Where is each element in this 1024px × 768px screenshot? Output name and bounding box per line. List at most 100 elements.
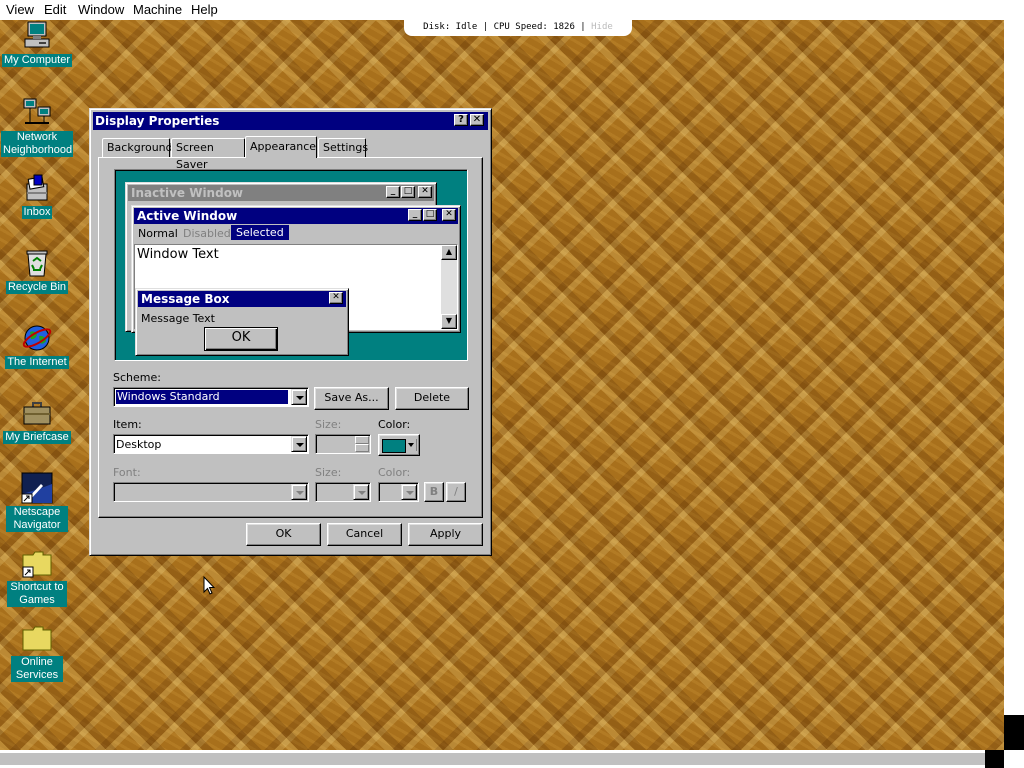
apply-button[interactable]: Apply (408, 523, 483, 546)
preview-msgbox-text: Message Text (141, 312, 215, 325)
scheme-value: Windows Standard (116, 390, 288, 404)
close-icon: ✕ (329, 292, 343, 304)
network-icon (21, 97, 53, 129)
color-divider (416, 439, 417, 451)
spin-up-icon (355, 436, 369, 444)
preview-scrollbar: ▲ ▼ (441, 245, 457, 329)
desktop-icon-label: Network Neighborhood (1, 131, 73, 157)
chevron-down-icon (401, 484, 417, 500)
color-swatch (382, 439, 406, 453)
item-value: Desktop (116, 438, 162, 451)
desktop-icon-online-services[interactable]: Online Services (0, 622, 74, 682)
font-size-label: Size: (315, 466, 342, 479)
font-color-label: Color: (378, 466, 411, 479)
recycle-bin-icon (21, 247, 53, 279)
internet-icon (21, 322, 53, 354)
spin-down-icon (355, 444, 369, 452)
preview-message-box: Message Box ✕ Message Text OK (135, 288, 349, 356)
menu-help[interactable]: Help (191, 2, 218, 17)
minimize-icon: _ (386, 186, 400, 198)
desktop-icon-label: Recycle Bin (5, 281, 69, 294)
cancel-button[interactable]: Cancel (327, 523, 402, 546)
netscape-icon (21, 472, 53, 504)
color-picker-button[interactable] (378, 434, 420, 456)
preview-window-text: Window Text (137, 247, 219, 262)
font-color-select (378, 482, 419, 502)
emulator-status: Disk: Idle | CPU Speed: 1826 | Hide (404, 18, 632, 36)
folder-icon (21, 622, 53, 654)
desktop-icon-label: Online Services (11, 656, 63, 682)
desktop-icon-netscape-navigator[interactable]: Netscape Navigator (0, 472, 74, 532)
preview-menu-disabled: Disabled (183, 227, 231, 240)
close-icon: ✕ (442, 209, 456, 221)
host-scrollbar[interactable] (0, 753, 985, 765)
desktop-icon-label: My Briefcase (3, 431, 71, 444)
status-text: Disk: Idle | CPU Speed: 1826 | (423, 22, 586, 32)
preview-msgbox-ok: OK (204, 327, 278, 351)
desktop-icon-label: Inbox (21, 206, 53, 219)
menu-machine[interactable]: Machine (133, 2, 182, 17)
desktop-icon-my-computer[interactable]: My Computer (0, 20, 74, 67)
close-button[interactable]: ✕ (470, 114, 484, 126)
maximize-icon: □ (423, 209, 437, 221)
preview-msgbox-titlebar: Message Box (138, 291, 346, 307)
chevron-down-icon (291, 484, 307, 500)
chevron-down-icon[interactable] (291, 389, 307, 405)
briefcase-icon (21, 397, 53, 429)
color-label: Color: (378, 418, 411, 431)
preview-menu-normal: Normal (138, 227, 178, 240)
host-right-margin (1004, 20, 1024, 715)
font-label: Font: (113, 466, 141, 479)
scheme-select[interactable]: Windows Standard (113, 387, 309, 407)
desktop-icon-the-internet[interactable]: The Internet (0, 322, 74, 369)
tab-background[interactable]: Background (102, 138, 173, 157)
scroll-down-icon: ▼ (441, 314, 457, 329)
scheme-label: Scheme: (113, 371, 161, 384)
inbox-icon (21, 172, 53, 204)
chevron-down-icon (353, 484, 369, 500)
size-label: Size: (315, 418, 342, 431)
desktop-icon-shortcut-to-games[interactable]: Shortcut to Games (0, 547, 74, 607)
computer-icon (21, 20, 53, 52)
appearance-preview[interactable]: Inactive Window _ □ ✕ Active Window _ □ … (114, 169, 468, 361)
desktop-icon-label: Netscape Navigator (6, 506, 68, 532)
chevron-down-icon (408, 443, 414, 447)
help-button[interactable]: ? (454, 114, 468, 126)
host-menubar: View Edit Window Machine Help (0, 0, 1024, 20)
chevron-down-icon[interactable] (291, 436, 307, 452)
tab-settings[interactable]: Settings (318, 138, 368, 157)
tab-appearance[interactable]: Appearance (245, 136, 317, 158)
bold-button: B (424, 482, 444, 502)
italic-button: / (446, 482, 466, 502)
menu-view[interactable]: View (6, 2, 34, 17)
delete-button[interactable]: Delete (395, 387, 469, 410)
desktop-icon-label: Shortcut to Games (7, 581, 67, 607)
desktop-icon-label: My Computer (1, 54, 73, 67)
desktop-icon-network-neighborhood[interactable]: Network Neighborhood (0, 97, 74, 157)
hide-link[interactable]: Hide (591, 22, 613, 32)
item-label: Item: (113, 418, 142, 431)
preview-menu-selected: Selected (231, 225, 289, 240)
host-corner-block (1004, 715, 1024, 750)
menu-edit[interactable]: Edit (44, 2, 66, 17)
tab-screen-saver[interactable]: Screen Saver (171, 138, 245, 171)
desktop-icon-inbox[interactable]: Inbox (0, 172, 74, 219)
desktop-icon-recycle-bin[interactable]: Recycle Bin (0, 247, 74, 294)
folder-shortcut-icon (21, 547, 53, 579)
font-size-select (315, 482, 371, 502)
minimize-icon: _ (408, 209, 422, 221)
dialog-title: Display Properties (95, 114, 220, 128)
item-select[interactable]: Desktop (113, 434, 309, 454)
maximize-icon: □ (401, 186, 415, 198)
dialog-titlebar[interactable]: Display Properties (93, 112, 488, 130)
close-icon: ✕ (418, 186, 432, 198)
menu-window[interactable]: Window (78, 2, 124, 17)
ok-button[interactable]: OK (246, 523, 321, 546)
font-select (113, 482, 309, 502)
save-as-button[interactable]: Save As... (314, 387, 389, 410)
host-corner-block-bottom (985, 750, 1004, 768)
desktop-icon-label: The Internet (5, 356, 69, 369)
size-spinner (315, 434, 371, 454)
display-properties-dialog: Display Properties ? ✕ Background Screen… (89, 108, 492, 556)
desktop-icon-my-briefcase[interactable]: My Briefcase (0, 397, 74, 444)
